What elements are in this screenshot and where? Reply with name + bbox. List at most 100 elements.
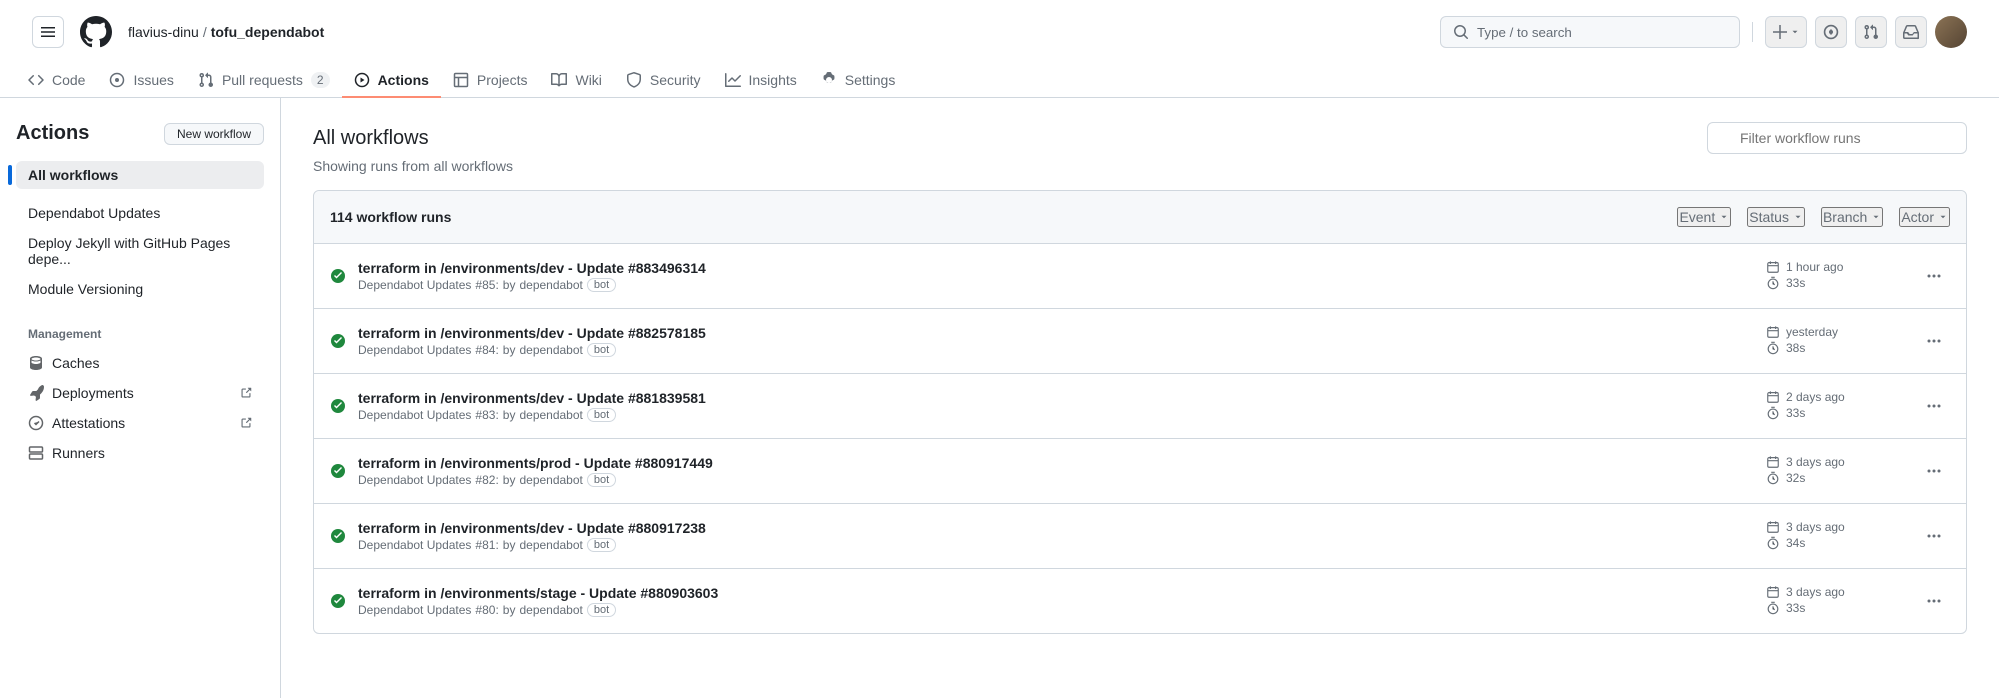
filter-event[interactable]: Event — [1677, 207, 1731, 227]
sidebar-deployments[interactable]: Deployments — [16, 379, 264, 407]
run-title[interactable]: terraform in /environments/dev - Update … — [358, 390, 1754, 406]
run-duration: 32s — [1786, 471, 1805, 485]
kebab-horizontal-icon — [1926, 268, 1942, 284]
mark-github-icon — [80, 16, 112, 48]
notifications-button[interactable] — [1895, 16, 1927, 48]
filter-runs-input[interactable] — [1707, 122, 1967, 154]
run-workflow-link[interactable]: Dependabot Updates — [358, 408, 471, 422]
run-row[interactable]: terraform in /environments/prod - Update… — [314, 439, 1966, 504]
run-when: yesterday — [1786, 325, 1838, 339]
graph-icon — [725, 72, 741, 88]
filter-branch[interactable]: Branch — [1821, 207, 1883, 227]
run-actor-link[interactable]: dependabot — [519, 603, 582, 617]
calendar-icon — [1766, 585, 1780, 599]
filter-status[interactable]: Status — [1747, 207, 1805, 227]
pull-requests-button[interactable] — [1855, 16, 1887, 48]
sidebar-all-workflows[interactable]: All workflows — [16, 161, 264, 189]
sidebar-title: Actions — [16, 122, 89, 145]
issue-icon — [109, 72, 125, 88]
nav-pulls[interactable]: Pull requests 2 — [186, 64, 342, 98]
kebab-horizontal-icon — [1926, 528, 1942, 544]
run-by-label: by — [503, 408, 516, 422]
nav-settings[interactable]: Settings — [809, 64, 908, 98]
nav-insights[interactable]: Insights — [713, 64, 809, 98]
run-when: 2 days ago — [1786, 390, 1845, 404]
run-title[interactable]: terraform in /environments/dev - Update … — [358, 260, 1754, 276]
run-by-label: by — [503, 538, 516, 552]
run-actor-link[interactable]: dependabot — [519, 408, 582, 422]
create-new-button[interactable] — [1765, 16, 1807, 48]
run-duration: 33s — [1786, 601, 1805, 615]
sidebar-runners[interactable]: Runners — [16, 439, 264, 467]
nav-projects[interactable]: Projects — [441, 64, 540, 98]
run-workflow-link[interactable]: Dependabot Updates — [358, 603, 471, 617]
github-logo[interactable] — [80, 16, 112, 48]
sidebar-workflow-item[interactable]: Deploy Jekyll with GitHub Pages depe... — [16, 229, 264, 273]
pr-icon — [198, 72, 214, 88]
run-number: #80: — [475, 603, 498, 617]
hamburger-icon — [40, 24, 56, 40]
run-workflow-link[interactable]: Dependabot Updates — [358, 278, 471, 292]
run-row[interactable]: terraform in /environments/dev - Update … — [314, 374, 1966, 439]
repo-nav: Code Issues Pull requests 2 Actions Proj… — [0, 64, 1999, 98]
new-workflow-button[interactable]: New workflow — [164, 123, 264, 145]
run-title[interactable]: terraform in /environments/dev - Update … — [358, 520, 1754, 536]
run-actor-link[interactable]: dependabot — [519, 538, 582, 552]
sidebar-caches[interactable]: Caches — [16, 349, 264, 377]
breadcrumb-owner-link[interactable]: flavius-dinu — [128, 24, 199, 40]
sidebar-attestations[interactable]: Attestations — [16, 409, 264, 437]
management-label: Management — [16, 319, 264, 349]
run-number: #84: — [475, 343, 498, 357]
breadcrumb-separator: / — [203, 24, 207, 40]
bot-badge: bot — [587, 473, 616, 487]
sidebar-workflow-item[interactable]: Module Versioning — [16, 275, 264, 303]
run-workflow-link[interactable]: Dependabot Updates — [358, 473, 471, 487]
nav-insights-label: Insights — [749, 72, 797, 88]
breadcrumb-repo-link[interactable]: tofu_dependabot — [211, 24, 325, 40]
run-actor-link[interactable]: dependabot — [519, 473, 582, 487]
run-when: 3 days ago — [1786, 585, 1845, 599]
inbox-icon — [1903, 24, 1919, 40]
nav-wiki[interactable]: Wiki — [539, 64, 613, 98]
kebab-horizontal-icon — [1926, 333, 1942, 349]
run-workflow-link[interactable]: Dependabot Updates — [358, 538, 471, 552]
run-title[interactable]: terraform in /environments/dev - Update … — [358, 325, 1754, 341]
runs-count: 114 workflow runs — [330, 209, 451, 225]
user-avatar[interactable] — [1935, 16, 1967, 48]
issues-button[interactable] — [1815, 16, 1847, 48]
check-circle-icon — [330, 593, 346, 609]
nav-issues[interactable]: Issues — [97, 64, 185, 98]
nav-security[interactable]: Security — [614, 64, 713, 98]
nav-menu-button[interactable] — [32, 16, 64, 48]
run-row[interactable]: terraform in /environments/dev - Update … — [314, 309, 1966, 374]
run-actions-menu[interactable] — [1918, 455, 1950, 487]
run-actions-menu[interactable] — [1918, 520, 1950, 552]
run-actor-link[interactable]: dependabot — [519, 343, 582, 357]
nav-code[interactable]: Code — [16, 64, 97, 98]
sidebar-workflow-item[interactable]: Dependabot Updates — [16, 199, 264, 227]
global-search-button[interactable]: Type / to search — [1440, 16, 1740, 48]
nav-code-label: Code — [52, 72, 85, 88]
run-row[interactable]: terraform in /environments/dev - Update … — [314, 504, 1966, 569]
run-row[interactable]: terraform in /environments/stage - Updat… — [314, 569, 1966, 633]
bot-badge: bot — [587, 538, 616, 552]
kebab-horizontal-icon — [1926, 398, 1942, 414]
run-workflow-link[interactable]: Dependabot Updates — [358, 343, 471, 357]
stopwatch-icon — [1766, 341, 1780, 355]
run-when: 1 hour ago — [1786, 260, 1843, 274]
nav-actions[interactable]: Actions — [342, 64, 441, 98]
git-pull-request-icon — [1863, 24, 1879, 40]
database-icon — [28, 355, 44, 371]
pulls-count-badge: 2 — [311, 72, 330, 88]
run-title[interactable]: terraform in /environments/prod - Update… — [358, 455, 1754, 471]
run-title[interactable]: terraform in /environments/stage - Updat… — [358, 585, 1754, 601]
run-row[interactable]: terraform in /environments/dev - Update … — [314, 244, 1966, 309]
bot-badge: bot — [587, 343, 616, 357]
run-actions-menu[interactable] — [1918, 325, 1950, 357]
run-actor-link[interactable]: dependabot — [519, 278, 582, 292]
filter-actor[interactable]: Actor — [1899, 207, 1950, 227]
nav-security-label: Security — [650, 72, 701, 88]
run-actions-menu[interactable] — [1918, 260, 1950, 292]
run-actions-menu[interactable] — [1918, 390, 1950, 422]
run-actions-menu[interactable] — [1918, 585, 1950, 617]
